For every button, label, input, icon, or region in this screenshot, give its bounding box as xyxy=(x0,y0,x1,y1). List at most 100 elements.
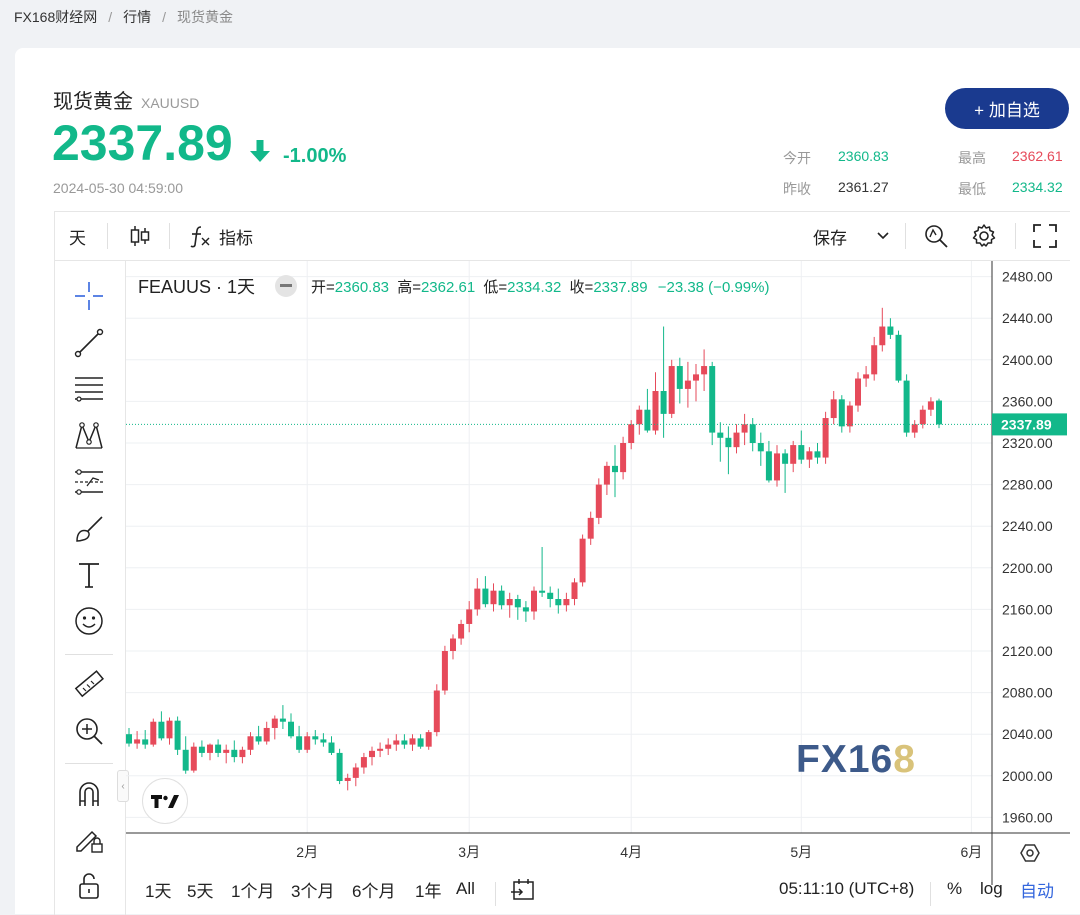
candle-body xyxy=(126,734,132,744)
axis-settings-icon[interactable] xyxy=(1020,844,1040,862)
trend-line-tool[interactable] xyxy=(71,325,107,361)
legend-close-key: 收= xyxy=(569,278,594,296)
candle-body xyxy=(539,590,546,593)
magnet-tool[interactable] xyxy=(71,776,107,812)
candle-body xyxy=(749,424,756,443)
range-5d[interactable]: 5天 xyxy=(187,874,213,904)
candle-body xyxy=(895,334,902,381)
candle-body xyxy=(198,746,205,753)
instrument-name: 现货黄金 xyxy=(53,91,133,113)
pattern-tool[interactable] xyxy=(71,418,107,454)
candle-body xyxy=(239,749,246,758)
save-layout-button[interactable]: 保存 xyxy=(813,212,889,260)
open-value: 2360.83 xyxy=(838,148,889,164)
candle-body xyxy=(482,588,489,605)
settings-button[interactable] xyxy=(971,212,997,260)
candle-body xyxy=(304,736,311,750)
legend-low-key: 低= xyxy=(483,278,508,296)
range-1m[interactable]: 1个月 xyxy=(231,874,274,904)
smiley-icon xyxy=(75,607,103,635)
lock-drawing-tool[interactable] xyxy=(71,821,107,857)
crosshair-tool[interactable] xyxy=(71,278,107,314)
fullscreen-button[interactable] xyxy=(1033,212,1057,260)
candle-body xyxy=(741,424,748,433)
candle-body xyxy=(433,690,440,733)
candle-body xyxy=(555,599,562,606)
range-3m[interactable]: 3个月 xyxy=(291,874,334,904)
legend-close: 2337.89 xyxy=(593,278,648,296)
candle-body xyxy=(174,720,181,750)
candle-body xyxy=(466,609,473,624)
breadcrumb-home[interactable]: FX168财经网 xyxy=(14,7,97,27)
candle-body xyxy=(595,484,602,518)
x-tick-label: 6月 xyxy=(961,844,983,860)
candle-body xyxy=(506,599,513,606)
arrow-down-icon xyxy=(250,140,270,162)
range-all[interactable]: All xyxy=(456,874,475,904)
clock-timezone[interactable]: 05:11:10 (UTC+8) xyxy=(779,874,914,904)
tradingview-icon xyxy=(151,795,179,808)
breadcrumb-separator: / xyxy=(108,9,113,25)
y-tick-label: 2480.00 xyxy=(1002,269,1053,285)
brush-tool[interactable] xyxy=(71,511,107,547)
candle-body xyxy=(360,757,367,768)
candlestick-chart[interactable]: 2480.00 2440.00 2400.00 2360.00 2320.00 2280.… xyxy=(126,261,1070,885)
legend-collapse-button[interactable] xyxy=(275,275,298,297)
candle-body xyxy=(798,445,805,460)
prediction-tool[interactable] xyxy=(71,464,107,500)
last-price-tag-label: 2337.89 xyxy=(1001,416,1052,432)
percent-scale-toggle[interactable]: % xyxy=(947,874,962,904)
quick-search-icon xyxy=(925,225,948,248)
toolbar-divider xyxy=(169,223,170,249)
candle-body xyxy=(320,739,327,743)
breadcrumb-quotes[interactable]: 行情 xyxy=(123,7,151,27)
candle-body xyxy=(385,744,392,749)
candle-body xyxy=(603,465,610,485)
emoji-tool[interactable] xyxy=(71,603,107,639)
high-value: 2362.61 xyxy=(1012,148,1063,164)
chart-plot[interactable]: 2480.00 2440.00 2400.00 2360.00 2320.00 2280.… xyxy=(126,261,1070,915)
candle-body xyxy=(393,740,400,745)
quick-search-button[interactable] xyxy=(923,212,949,260)
candle-body xyxy=(879,326,886,346)
x-tick-label: 5月 xyxy=(790,844,812,860)
candle-body xyxy=(846,405,853,427)
candle-body xyxy=(571,582,578,599)
add-watchlist-button[interactable]: + 加自选 xyxy=(945,88,1069,129)
range-6m[interactable]: 6个月 xyxy=(352,874,395,904)
log-scale-toggle[interactable]: log xyxy=(980,874,1003,904)
instrument-title: 现货黄金 XAUUSD xyxy=(53,85,199,114)
indicators-button[interactable]: 指标 xyxy=(189,212,253,260)
candle-body xyxy=(563,599,570,606)
low-value: 2334.32 xyxy=(1012,179,1063,195)
candle-body xyxy=(514,599,521,608)
indicators-label: 指标 xyxy=(219,228,253,248)
candle-body xyxy=(344,777,351,781)
pencil-lock-icon xyxy=(76,830,103,853)
quote-timestamp: 2024-05-30 04:59:00 xyxy=(53,180,183,196)
text-tool[interactable] xyxy=(71,557,107,593)
tradingview-logo[interactable] xyxy=(142,778,188,824)
fullscreen-icon xyxy=(1033,224,1057,248)
legend-high: 2362.61 xyxy=(420,278,476,296)
ruler-tool[interactable] xyxy=(71,666,107,702)
x-tick-label: 4月 xyxy=(620,844,642,860)
candle-body xyxy=(660,391,667,414)
pattern-icon xyxy=(75,422,103,449)
candle-body xyxy=(814,451,821,458)
candle-type-button[interactable] xyxy=(129,212,151,260)
ruler-icon xyxy=(74,670,104,698)
candle-body xyxy=(628,424,635,443)
chart-legend: FEAUUS · 1天 开=2360.83 高=2362.61 低=2334.3… xyxy=(138,273,769,299)
zoom-in-tool[interactable] xyxy=(71,713,107,749)
goto-date-button[interactable] xyxy=(510,875,536,905)
legend-open: 2360.83 xyxy=(334,278,390,296)
range-1y[interactable]: 1年 xyxy=(415,874,441,904)
candle-body xyxy=(490,590,497,605)
fib-tool[interactable] xyxy=(71,371,107,407)
auto-scale-toggle[interactable]: 自动 xyxy=(1020,874,1054,904)
y-tick-label: 2320.00 xyxy=(1002,435,1053,451)
interval-selector[interactable]: 天 xyxy=(69,212,86,260)
candle-body xyxy=(838,399,845,427)
range-1d[interactable]: 1天 xyxy=(145,874,171,904)
